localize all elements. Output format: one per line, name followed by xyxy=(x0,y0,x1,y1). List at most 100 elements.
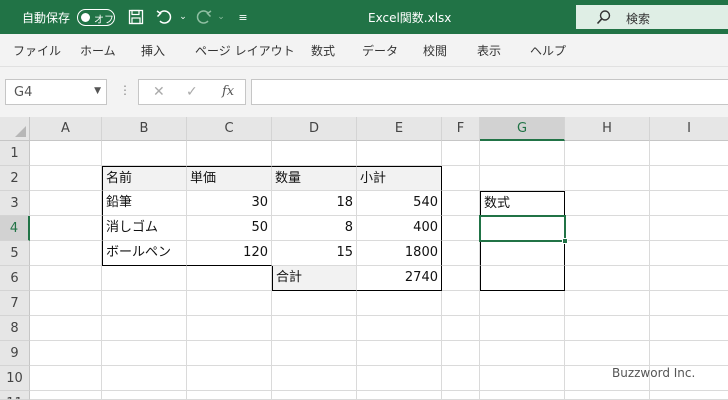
cell-a9[interactable] xyxy=(30,341,102,366)
cell-b7[interactable] xyxy=(102,291,187,316)
save-icon[interactable] xyxy=(127,8,145,26)
cell-g10[interactable] xyxy=(480,366,565,391)
cell-i5[interactable] xyxy=(650,241,728,266)
cell-c9[interactable] xyxy=(187,341,272,366)
tab-formulas[interactable]: 数式 xyxy=(311,42,335,59)
cell-a6[interactable] xyxy=(30,266,102,291)
cell-b6[interactable] xyxy=(102,266,187,291)
cell-b9[interactable] xyxy=(102,341,187,366)
cell-b3[interactable]: 鉛筆 xyxy=(102,191,187,216)
cell-i2[interactable] xyxy=(650,166,728,191)
column-header-c[interactable]: C xyxy=(187,117,272,141)
cell-h6[interactable] xyxy=(565,266,650,291)
cell-a7[interactable] xyxy=(30,291,102,316)
cell-g7[interactable] xyxy=(480,291,565,316)
cell-c5[interactable]: 120 xyxy=(187,241,272,266)
row-header-11[interactable]: 11 xyxy=(0,391,30,400)
cell-e9[interactable] xyxy=(357,341,442,366)
cell-i11[interactable] xyxy=(650,391,728,400)
cell-d1[interactable] xyxy=(272,141,357,166)
cell-a5[interactable] xyxy=(30,241,102,266)
cell-h1[interactable] xyxy=(565,141,650,166)
cell-c8[interactable] xyxy=(187,316,272,341)
cell-d7[interactable] xyxy=(272,291,357,316)
cell-b8[interactable] xyxy=(102,316,187,341)
cell-e7[interactable] xyxy=(357,291,442,316)
column-header-h[interactable]: H xyxy=(565,117,650,141)
cell-a4[interactable] xyxy=(30,216,102,241)
cell-b10[interactable] xyxy=(102,366,187,391)
row-header-10[interactable]: 10 xyxy=(0,366,30,391)
autosave-toggle[interactable]: オフ xyxy=(77,9,115,26)
cell-f1[interactable] xyxy=(442,141,480,166)
cell-c2[interactable]: 単価 xyxy=(187,166,272,191)
undo-dropdown-icon[interactable]: ⌄ xyxy=(174,8,192,26)
cell-h4[interactable] xyxy=(565,216,650,241)
cell-a3[interactable] xyxy=(30,191,102,216)
cell-c4[interactable]: 50 xyxy=(187,216,272,241)
tab-page-layout[interactable]: ページ レイアウト xyxy=(195,42,295,59)
row-header-8[interactable]: 8 xyxy=(0,316,30,341)
customize-toolbar-icon[interactable]: ≡ xyxy=(234,8,252,26)
cell-i4[interactable] xyxy=(650,216,728,241)
cell-b5[interactable]: ボールペン xyxy=(102,241,187,266)
cell-d11[interactable] xyxy=(272,391,357,400)
cell-c3[interactable]: 30 xyxy=(187,191,272,216)
name-box-dropdown-icon[interactable]: ▼ xyxy=(94,86,101,96)
cell-i9[interactable] xyxy=(650,341,728,366)
cell-g8[interactable] xyxy=(480,316,565,341)
cell-e11[interactable] xyxy=(357,391,442,400)
cell-g3[interactable]: 数式 xyxy=(480,191,565,216)
cell-g9[interactable] xyxy=(480,341,565,366)
cell-e1[interactable] xyxy=(357,141,442,166)
cell-d6[interactable]: 合計 xyxy=(272,266,357,291)
cell-e8[interactable] xyxy=(357,316,442,341)
fill-handle[interactable] xyxy=(562,238,568,244)
cell-a8[interactable] xyxy=(30,316,102,341)
cell-g11[interactable] xyxy=(480,391,565,400)
column-header-e[interactable]: E xyxy=(357,117,442,141)
cell-d4[interactable]: 8 xyxy=(272,216,357,241)
search-box[interactable]: 検索 xyxy=(576,5,728,29)
cell-d5[interactable]: 15 xyxy=(272,241,357,266)
column-header-g[interactable]: G xyxy=(480,117,565,141)
cell-b1[interactable] xyxy=(102,141,187,166)
cell-f4[interactable] xyxy=(442,216,480,241)
cell-c11[interactable] xyxy=(187,391,272,400)
cell-i6[interactable] xyxy=(650,266,728,291)
row-header-6[interactable]: 6 xyxy=(0,266,30,291)
cell-e10[interactable] xyxy=(357,366,442,391)
formula-input[interactable] xyxy=(251,79,728,105)
cell-i1[interactable] xyxy=(650,141,728,166)
cell-d8[interactable] xyxy=(272,316,357,341)
cell-h2[interactable] xyxy=(565,166,650,191)
column-header-f[interactable]: F xyxy=(442,117,480,141)
cell-g5[interactable] xyxy=(480,241,565,266)
cell-f6[interactable] xyxy=(442,266,480,291)
cell-g1[interactable] xyxy=(480,141,565,166)
insert-function-icon[interactable]: fx xyxy=(222,84,234,99)
cell-c6[interactable] xyxy=(187,266,272,291)
column-header-i[interactable]: I xyxy=(650,117,728,141)
column-header-a[interactable]: A xyxy=(30,117,102,141)
cell-d2[interactable]: 数量 xyxy=(272,166,357,191)
cell-g2[interactable] xyxy=(480,166,565,191)
cell-d10[interactable] xyxy=(272,366,357,391)
cell-i8[interactable] xyxy=(650,316,728,341)
column-header-b[interactable]: B xyxy=(102,117,187,141)
cell-c1[interactable] xyxy=(187,141,272,166)
cell-f8[interactable] xyxy=(442,316,480,341)
cell-c7[interactable] xyxy=(187,291,272,316)
cell-h3[interactable] xyxy=(565,191,650,216)
worksheet-grid[interactable]: A B C D E F G H I 1 2 3 4 5 6 7 8 9 10 1… xyxy=(0,117,728,400)
tab-view[interactable]: 表示 xyxy=(477,42,501,59)
cell-e4[interactable]: 400 xyxy=(357,216,442,241)
select-all-corner[interactable] xyxy=(0,117,30,141)
row-header-7[interactable]: 7 xyxy=(0,291,30,316)
cell-f10[interactable] xyxy=(442,366,480,391)
cell-f5[interactable] xyxy=(442,241,480,266)
row-header-2[interactable]: 2 xyxy=(0,166,30,191)
cell-b4[interactable]: 消しゴム xyxy=(102,216,187,241)
cell-a10[interactable] xyxy=(30,366,102,391)
cell-b2[interactable]: 名前 xyxy=(102,166,187,191)
